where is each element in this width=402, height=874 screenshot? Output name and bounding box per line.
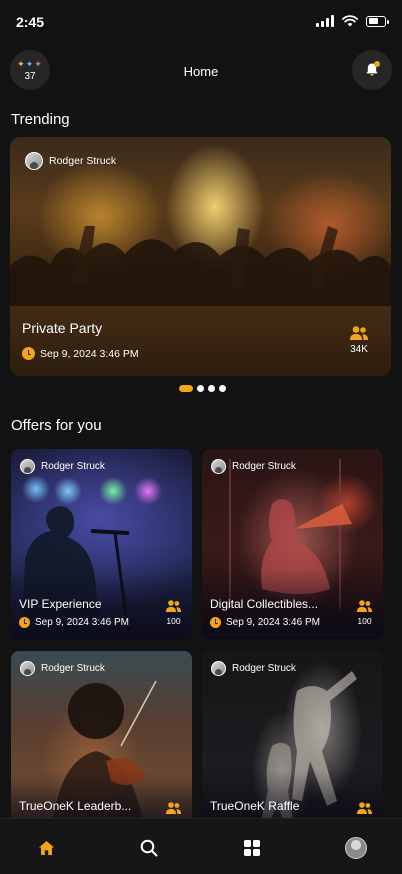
header: ✦✦✦ 37 Home [0,50,402,92]
status-icons [316,15,389,27]
search-icon [140,839,158,857]
date-text: Sep 9, 2024 3:46 PM [35,617,129,628]
pagination-dot-3[interactable] [208,385,215,392]
trending-card-overlay [10,306,391,376]
offer-card-digital-collectibles[interactable]: Rodger Struck Digital Collectibles... Se… [202,449,383,639]
offer-card-trueonek-raffle[interactable]: Rodger Struck TrueOneK Raffle [202,651,383,841]
avatar [20,459,35,474]
offer-owner: Rodger Struck [211,459,296,474]
tab-categories[interactable] [240,836,264,860]
notifications-button[interactable] [352,50,392,90]
tab-home[interactable] [34,836,58,860]
attendee-count-text: 100 [166,616,181,626]
tab-profile[interactable] [344,836,368,860]
page-title: Home [183,64,219,79]
attendee-count: 34K [349,325,369,355]
battery-icon [366,15,389,27]
status-bar: 2:45 [0,0,402,44]
carousel-pagination [179,385,226,392]
attendee-count [356,801,373,815]
attendee-count: 100 [356,599,373,626]
owner-name: Rodger Struck [232,461,296,472]
home-icon [38,840,54,856]
users-icon [165,600,182,612]
owner-name: Rodger Struck [49,155,117,167]
attendee-count-text: 100 [357,616,372,626]
avatar [20,661,35,676]
offer-title: Digital Collectibles... [210,597,319,611]
offer-owner: Rodger Struck [211,661,296,676]
offer-title: VIP Experience [19,597,102,611]
offer-date: Sep 9, 2024 3:46 PM [19,617,129,628]
avatar [211,459,226,474]
signal-icon [316,15,334,27]
notification-dot [374,61,380,67]
pagination-dot-4[interactable] [219,385,226,392]
trending-card-date: Sep 9, 2024 3:46 PM [22,347,139,360]
owner-name: Rodger Struck [41,663,105,674]
offer-owner: Rodger Struck [20,459,105,474]
profile-avatar [345,837,367,859]
owner-name: Rodger Struck [232,663,296,674]
avatar [25,152,43,170]
crowd-image [10,226,391,316]
owner-name: Rodger Struck [41,461,105,472]
pagination-dot-1[interactable] [179,385,193,392]
attendee-count [165,801,182,815]
pagination-dot-2[interactable] [197,385,204,392]
date-text: Sep 9, 2024 3:46 PM [226,617,320,628]
trending-owner: Rodger Struck [25,152,116,170]
avatar [211,661,226,676]
attendee-count: 100 [165,599,182,626]
tab-search[interactable] [137,836,161,860]
status-time: 2:45 [16,14,45,30]
users-icon [350,326,368,340]
wifi-icon [342,15,358,27]
offer-date: Sep 9, 2024 3:46 PM [210,617,320,628]
grid-icon [244,840,260,856]
date-text: Sep 9, 2024 3:46 PM [40,347,139,360]
clock-icon [210,617,221,628]
users-icon [165,802,182,814]
trending-section-title: Trending [11,111,70,128]
offer-card-trueonek-leaderboard[interactable]: Rodger Struck TrueOneK Leaderb... [11,651,192,841]
users-icon [356,600,373,612]
trending-event-card[interactable]: Rodger Struck Private Party Sep 9, 2024 … [10,137,391,376]
offer-owner: Rodger Struck [20,661,105,676]
trending-card-title: Private Party [22,320,103,336]
offers-section-title: Offers for you [11,417,102,434]
attendee-count-text: 34K [350,344,368,355]
clock-icon [19,617,30,628]
clock-icon [22,347,35,360]
offer-title: TrueOneK Raffle [210,799,300,813]
offer-card-vip-experience[interactable]: Rodger Struck VIP Experience Sep 9, 2024… [11,449,192,639]
users-icon [356,802,373,814]
offer-title: TrueOneK Leaderb... [19,799,132,813]
bottom-tab-bar [0,818,402,874]
